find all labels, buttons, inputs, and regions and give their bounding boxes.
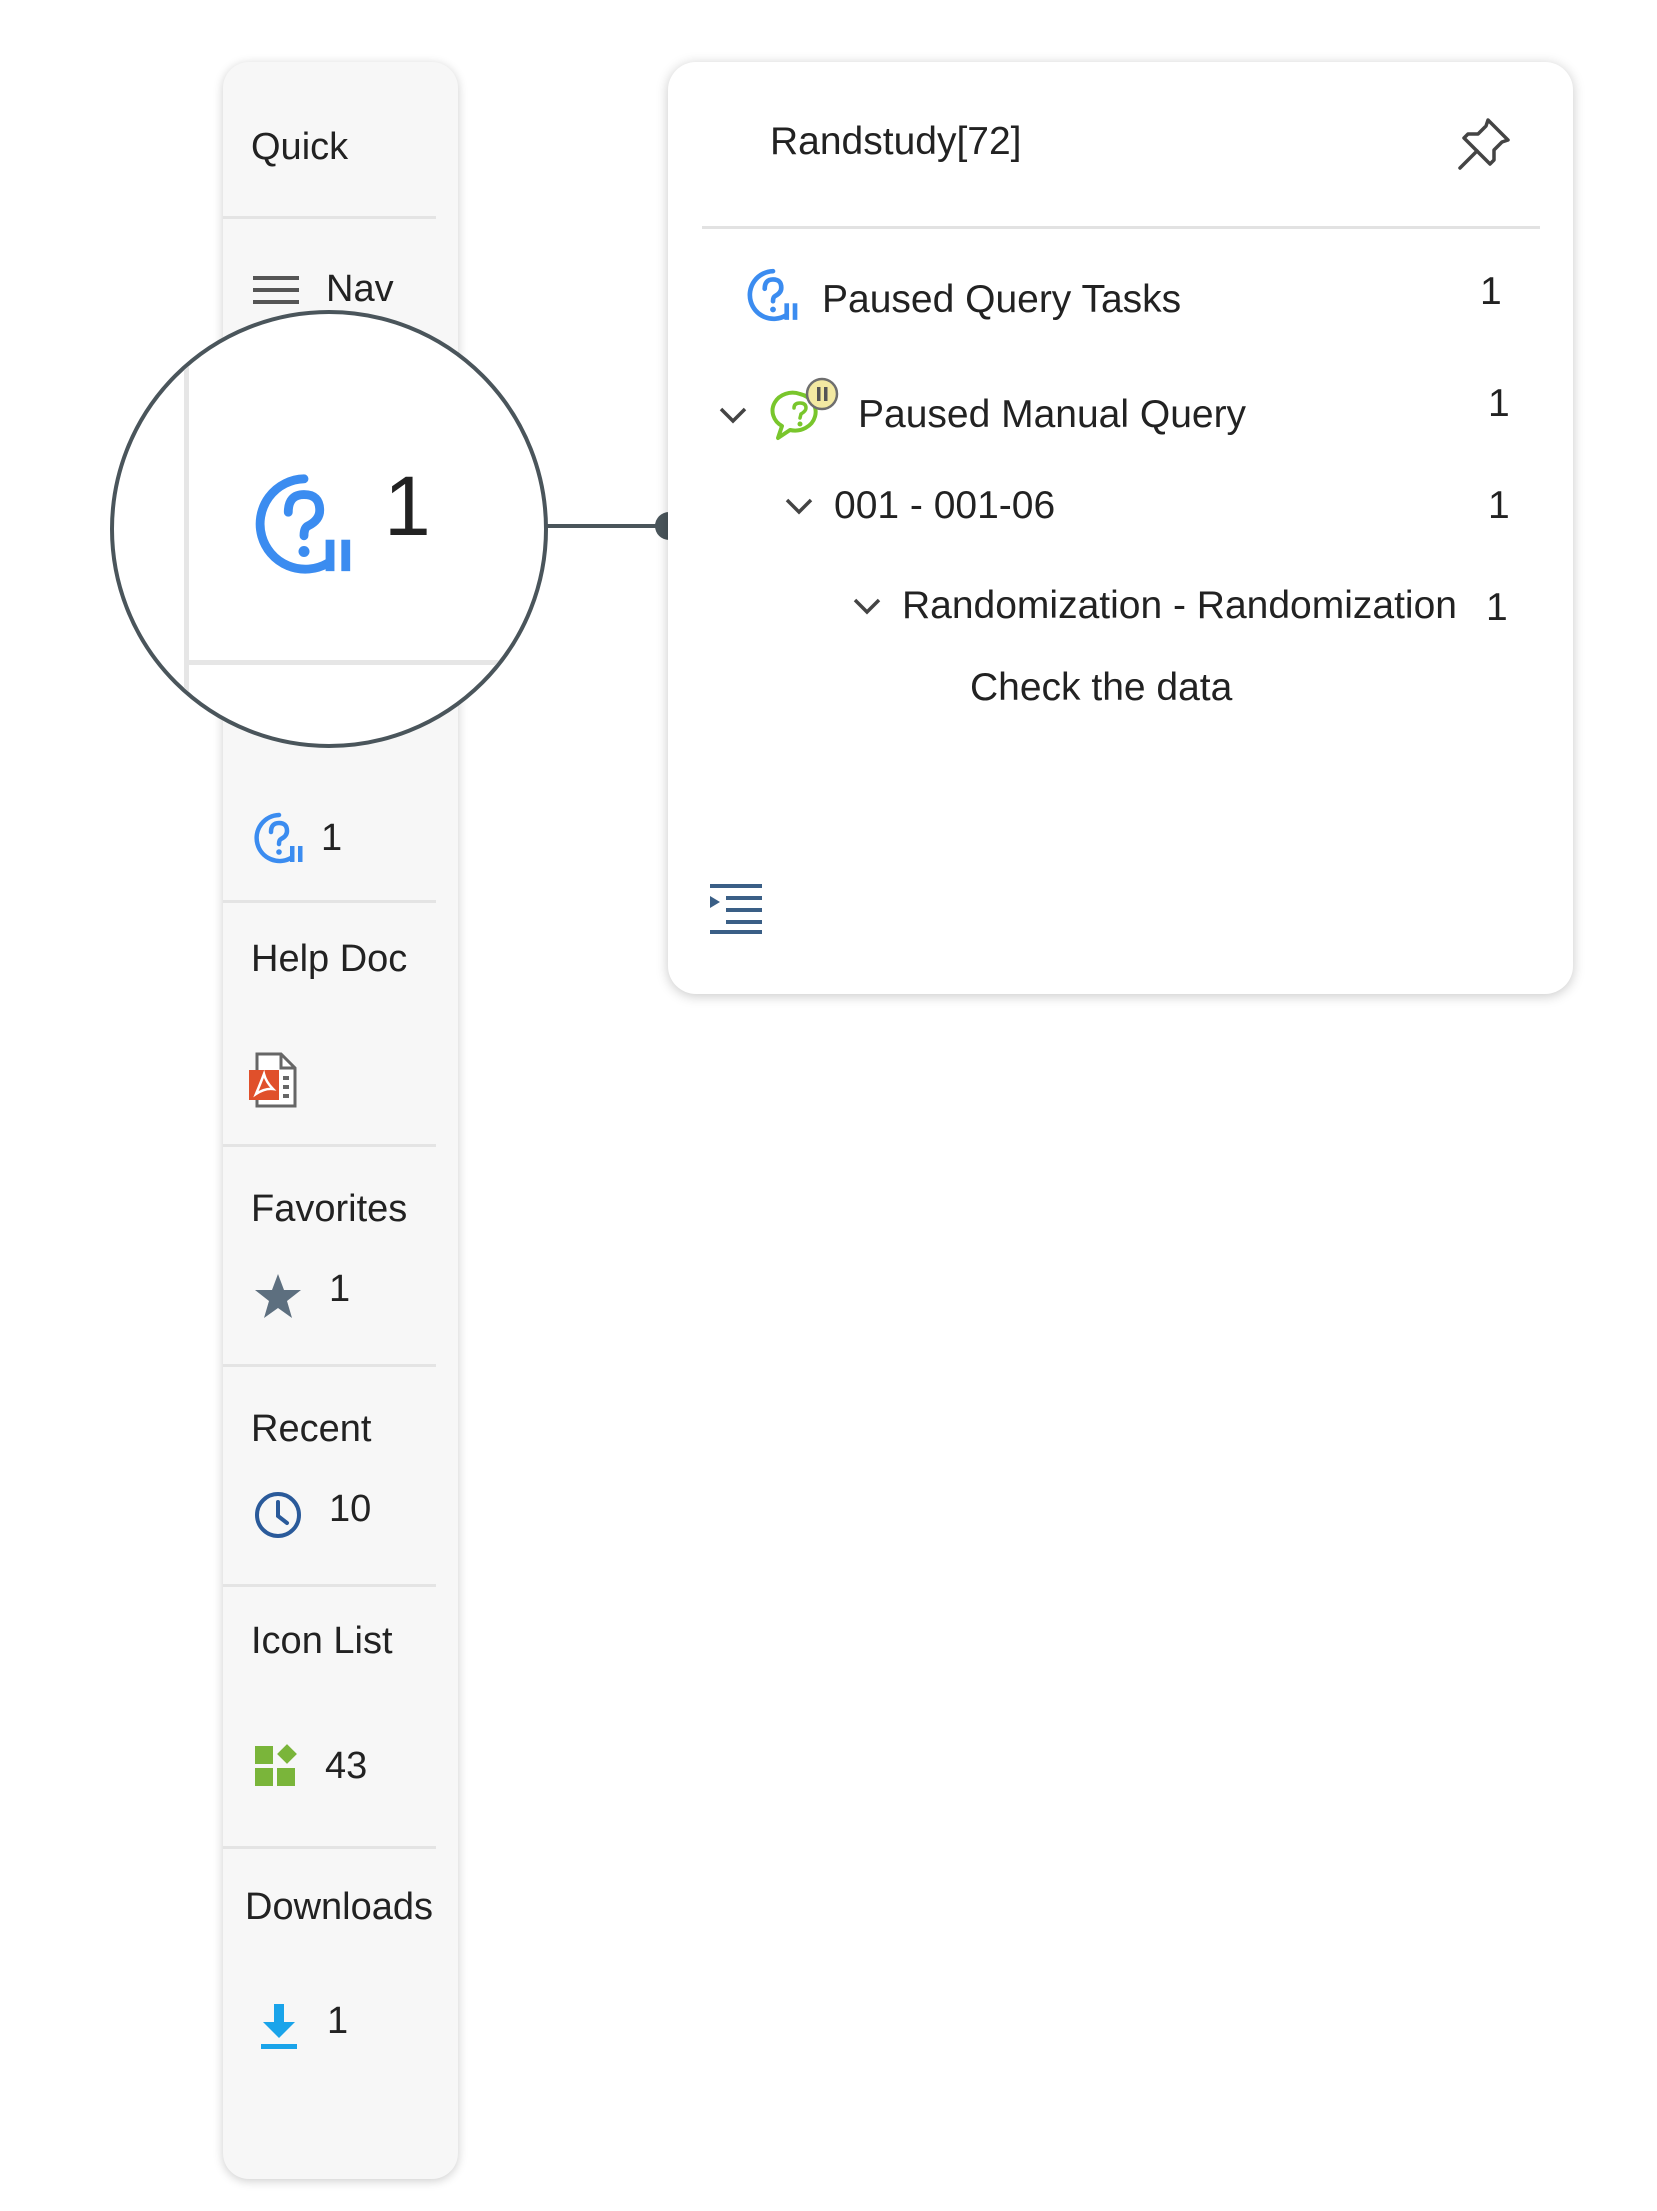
paused-query-icon [744,266,802,334]
pin-icon[interactable] [1456,116,1512,177]
download-icon [259,2002,299,2050]
apps-grid-icon [253,1742,301,1790]
recent-button[interactable]: 10 [253,1487,372,1540]
chevron-down-icon[interactable] [784,496,814,516]
nav-label: Nav [326,268,394,310]
chevron-down-icon[interactable] [852,596,882,616]
divider [223,1846,436,1849]
callout-connector [546,524,670,528]
recent-label: Recent [251,1408,372,1450]
zoom-callout: 1 [110,310,548,748]
paused-manual-query-icon [770,376,844,454]
zoom-count: 1 [384,459,431,553]
paused-query-icon [249,469,359,584]
tree-item-label: Paused Manual Query [858,393,1247,436]
downloads-button[interactable]: 1 [259,1999,349,2050]
tree-item-subject[interactable]: 001 - 001-06 [784,484,1055,528]
tasks-button[interactable]: 1 [251,810,342,866]
favorites-button[interactable]: 1 [253,1268,350,1320]
tree-item-label: Paused Query Tasks [822,278,1182,321]
tree-item-label: Check the data [970,666,1233,709]
tree-item-query-text[interactable]: Check the data [970,666,1232,710]
tasks-count: 1 [321,816,343,859]
help-doc-pdf-button[interactable] [247,1052,297,1108]
divider [223,1144,436,1147]
tasks-popup-panel: Randstudy[72] Paused Query Tasks 1 Pause… [668,62,1573,994]
clock-icon [253,1490,303,1540]
recent-count: 10 [329,1487,372,1530]
tree-item-count: 1 [1488,382,1510,425]
icon-list-count: 43 [325,1744,368,1787]
tree-item-label: 001 - 001-06 [834,484,1056,527]
favorites-label: Favorites [251,1188,408,1230]
divider [223,1364,436,1367]
tree-item-form[interactable]: Randomization - Randomization [852,584,1457,628]
icon-list-button[interactable]: 43 [253,1742,367,1790]
paused-query-icon [251,810,307,866]
favorites-count: 1 [329,1267,351,1310]
panel-title: Randstudy[72] [770,120,1022,163]
divider [702,226,1540,229]
downloads-label: Downloads [245,1886,433,1928]
hamburger-menu-icon [253,273,299,307]
help-doc-label: Help Doc [251,938,408,980]
pdf-document-icon [247,1052,297,1108]
nav-button[interactable]: Nav [253,268,394,311]
tree-item-count: 1 [1488,484,1510,527]
downloads-count: 1 [327,1999,349,2042]
quick-label: Quick [251,126,349,168]
tree-item-paused-manual-query[interactable]: Paused Manual Query [718,376,1246,454]
star-icon [253,1272,303,1320]
icon-list-label: Icon List [251,1620,393,1662]
divider [223,1584,436,1587]
divider [223,216,436,219]
tree-item-count: 1 [1486,586,1508,629]
chevron-down-icon[interactable] [718,405,748,425]
tree-item-label: Randomization - Randomization [902,584,1457,627]
tree-item-paused-query-tasks[interactable]: Paused Query Tasks [744,266,1181,334]
tree-item-count: 1 [1480,270,1502,313]
indent-list-icon[interactable] [708,882,764,941]
divider [223,900,436,903]
